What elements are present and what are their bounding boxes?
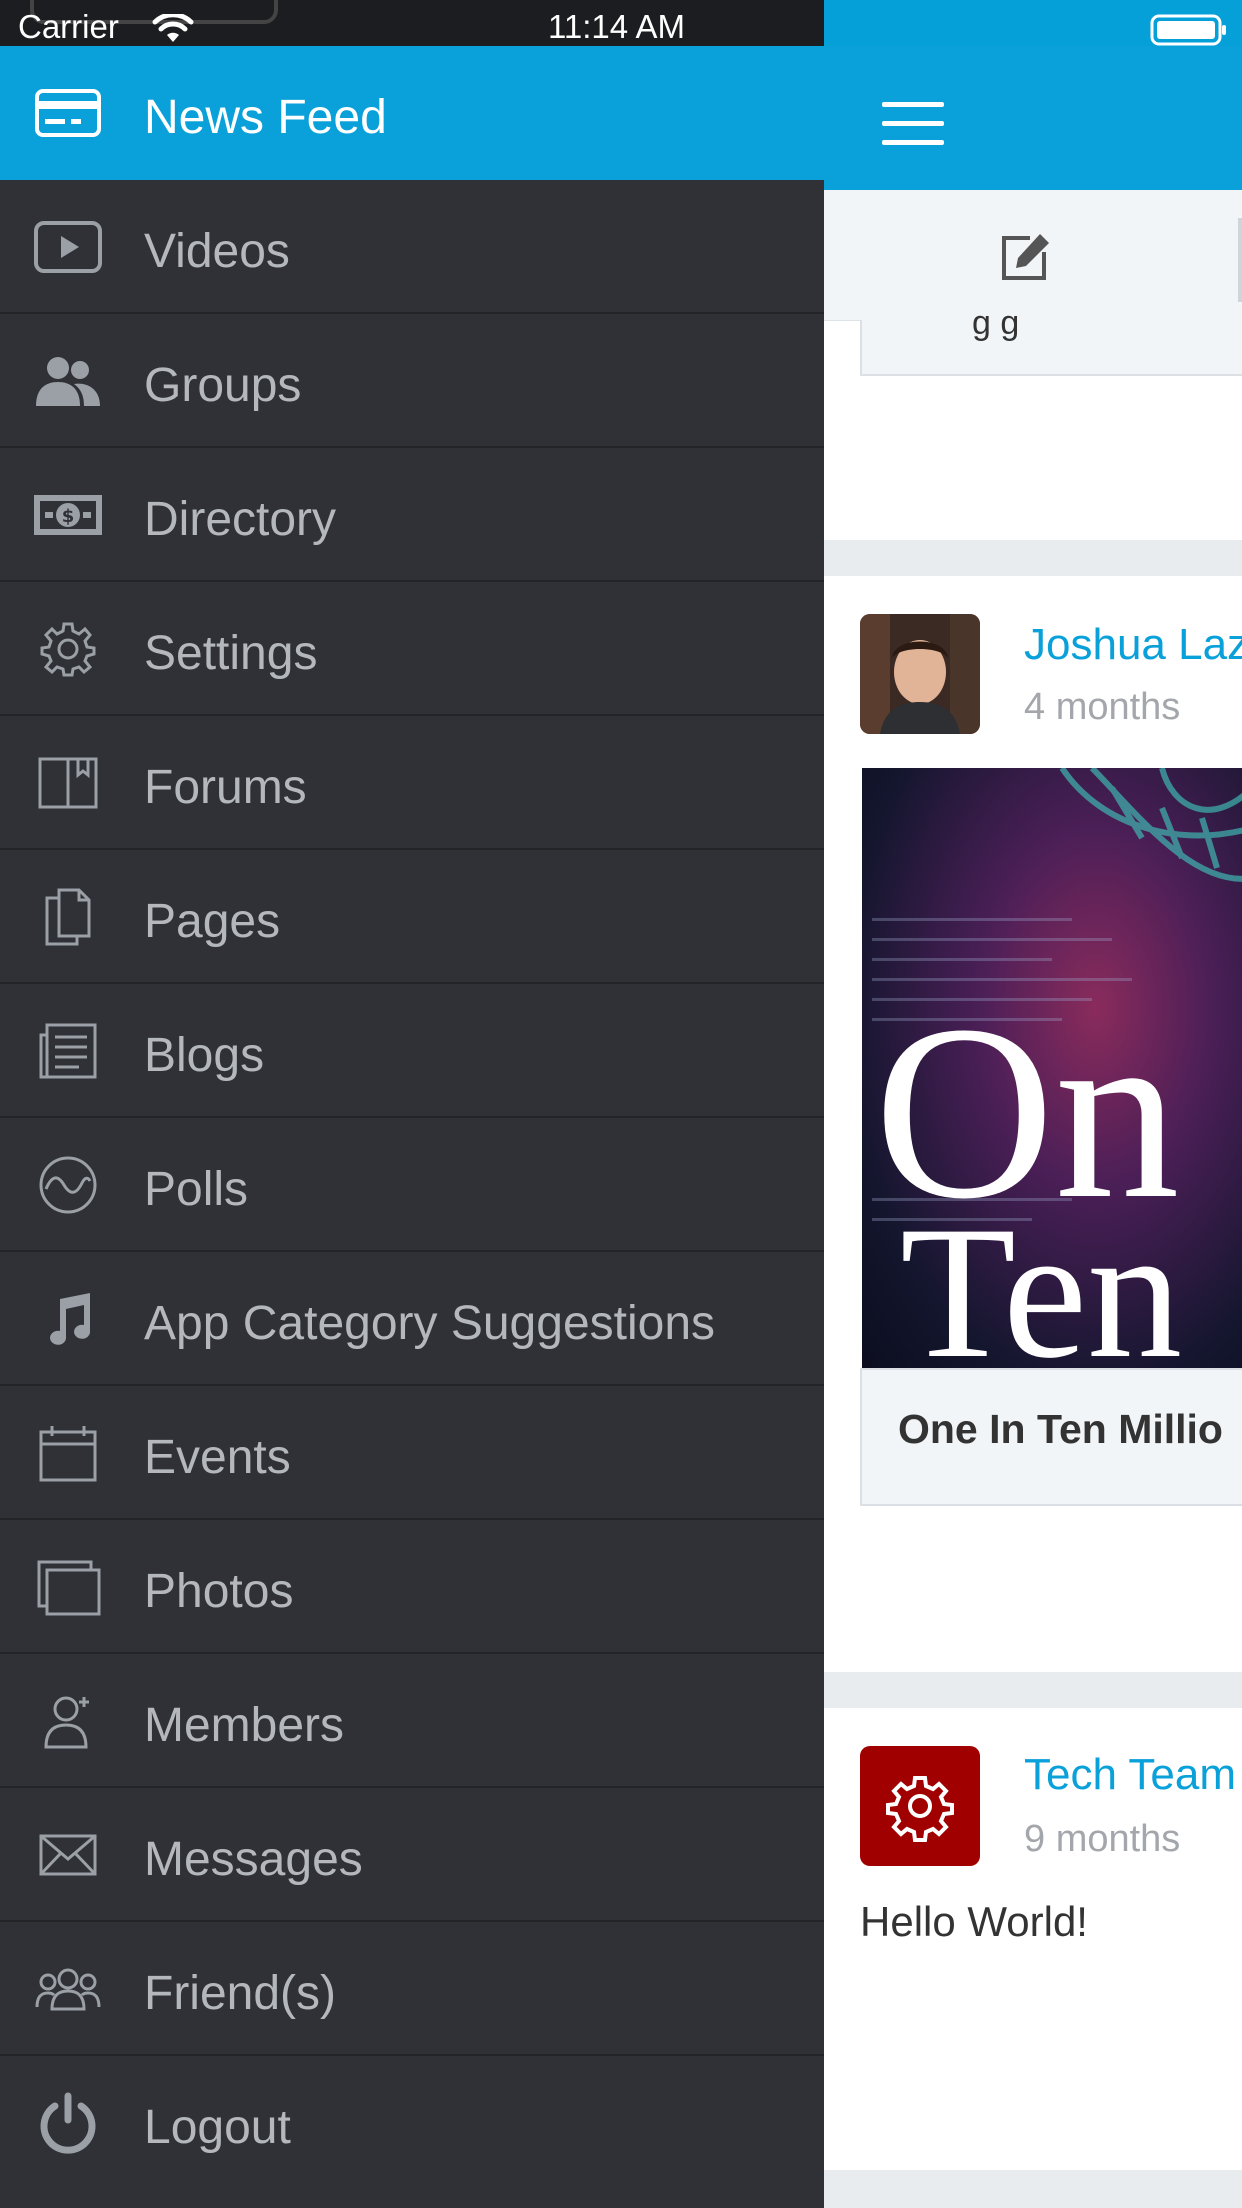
previous-post-card: g g [860,304,1242,376]
money-icon: $ [30,485,106,545]
menu-item-label: Videos [144,225,290,278]
feed-separator [824,540,1242,576]
post-author[interactable]: Tech Team [1024,1750,1236,1800]
menu-item-label: Directory [144,493,337,546]
menu-item-logout[interactable]: Logout [0,2056,824,2190]
menu-item-label: Members [144,1699,345,1752]
menu-item-groups[interactable]: Groups [0,314,824,448]
menu-item-friends[interactable]: Friend(s) [0,1922,824,2056]
carrier-label: Carrier [18,8,119,45]
post-time: 9 months [1024,1818,1181,1860]
battery-icon [1150,14,1228,51]
previous-post-text: g g [972,304,1020,342]
link-preview[interactable]: One In Ten Millio [860,1368,1242,1506]
post-image[interactable]: On Ten [862,768,1242,1368]
main-content: g g Joshua Laz 4 months On Ten One In Te… [824,46,1242,2208]
menu-item-news-feed[interactable]: News Feed [0,46,824,180]
compose-divider [1238,218,1242,302]
menu-item-photos[interactable]: Photos [0,1520,824,1654]
menu-item-label: Forums [144,761,307,814]
avatar[interactable] [860,1746,980,1866]
status-bar-right [824,0,1242,46]
power-icon [30,2092,106,2154]
post-time: 4 months [1024,686,1181,728]
post-author[interactable]: Joshua Laz [1024,620,1242,670]
menu-item-settings[interactable]: Settings [0,582,824,716]
menu-item-label: Photos [144,1565,294,1618]
menu-item-forums[interactable]: Forums [0,716,824,850]
wifi-icon [152,12,194,49]
news-feed-icon [30,83,106,143]
gear-icon [30,619,106,679]
calendar-icon [30,1423,106,1483]
nav-bar [824,46,1242,190]
menu-item-polls[interactable]: Polls [0,1118,824,1252]
blog-icon [30,1021,106,1081]
photos-icon [30,1557,106,1617]
video-icon [30,217,106,277]
friends-icon [30,1959,106,2019]
menu-item-label: Pages [144,895,281,948]
menu-item-label: Polls [144,1163,249,1216]
compose-bar [824,190,1242,321]
post-image-text-line2: Ten [900,1188,1183,1368]
status-bar-left: Carrier 11:14 AM [0,0,824,46]
avatar[interactable] [860,614,980,734]
gear-icon [886,1776,954,1842]
menu-item-label: Events [144,1431,291,1484]
envelope-icon [30,1825,106,1885]
menu-item-members[interactable]: Members [0,1654,824,1788]
menu-item-label: Groups [144,359,302,412]
pulse-icon [30,1155,106,1215]
menu-item-directory[interactable]: $ Directory [0,448,824,582]
menu-item-messages[interactable]: Messages [0,1788,824,1922]
groups-icon [30,351,106,411]
menu-item-label: Friend(s) [144,1967,337,2020]
book-icon [30,753,106,813]
menu-item-label: Blogs [144,1029,265,1082]
menu-item-label: Logout [144,2101,291,2154]
menu-item-label: News Feed [144,91,387,144]
svg-text:$: $ [62,506,75,527]
menu-item-label: Settings [144,627,318,680]
menu-item-events[interactable]: Events [0,1386,824,1520]
status-bar: Carrier 11:14 AM [0,0,1242,46]
menu-item-label: App Category Suggestions [144,1297,716,1350]
menu-item-pages[interactable]: Pages [0,850,824,984]
menu-item-blogs[interactable]: Blogs [0,984,824,1118]
post-text: Hello World! [860,1898,1088,1945]
hamburger-menu-icon[interactable] [882,102,944,146]
compose-icon[interactable] [1000,232,1052,287]
menu-item-videos[interactable]: Videos [0,180,824,314]
link-title: One In Ten Millio [898,1406,1223,1452]
clock: 11:14 AM [548,8,685,45]
menu-item-app-category-suggestions[interactable]: App Category Suggestions [0,1252,824,1386]
music-note-icon [30,1289,106,1349]
feed-separator [824,1672,1242,1708]
menu-item-label: Messages [144,1833,363,1886]
member-icon [30,1691,106,1751]
feed-separator [824,2170,1242,2208]
pages-icon [30,887,106,947]
side-drawer: News Feed Videos Groups $ Directory Sett… [0,46,824,2208]
